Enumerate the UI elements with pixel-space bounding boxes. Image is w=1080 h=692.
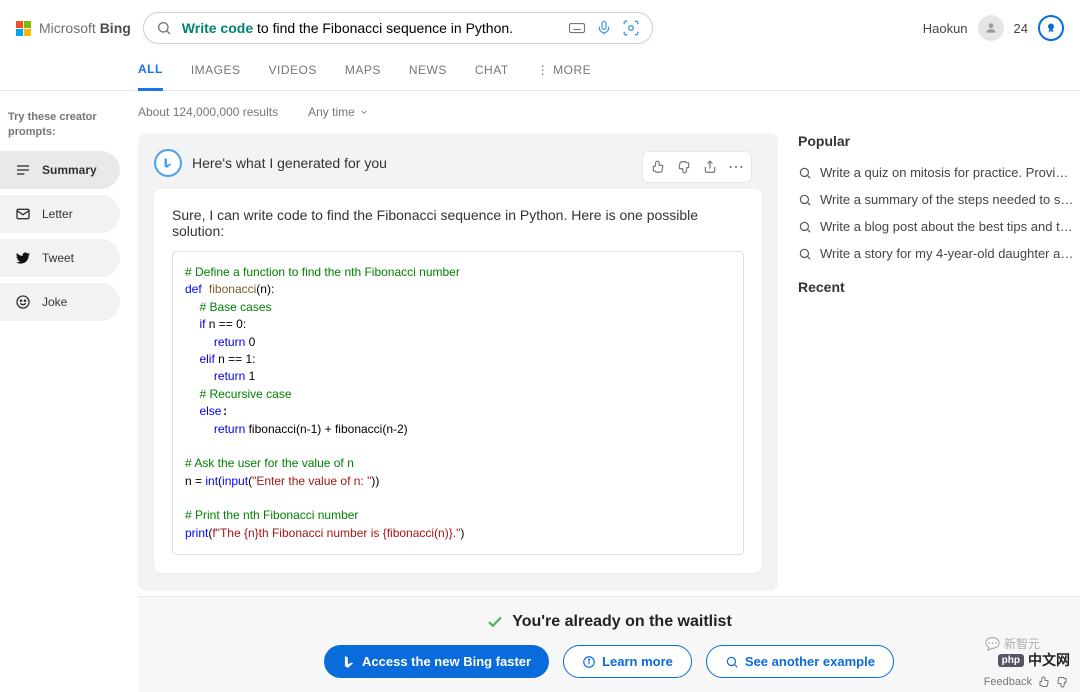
footer-feedback[interactable]: Feedback bbox=[984, 676, 1068, 688]
learn-more-button[interactable]: Learn more bbox=[563, 645, 692, 678]
chevron-down-icon bbox=[359, 107, 369, 117]
sidebar-item-label: Tweet bbox=[42, 251, 74, 265]
logo[interactable]: Microsoft Bing bbox=[16, 20, 131, 36]
info-icon bbox=[582, 655, 596, 669]
search-icon bbox=[156, 20, 172, 36]
popular-heading: Popular bbox=[798, 133, 1073, 149]
thumbs-up-icon[interactable] bbox=[647, 156, 669, 178]
tab-maps[interactable]: MAPS bbox=[345, 53, 381, 89]
popular-item[interactable]: Write a summary of the steps needed to s… bbox=[798, 186, 1073, 213]
logo-text: Microsoft Bing bbox=[39, 20, 131, 36]
bing-badge-icon bbox=[154, 149, 182, 177]
summary-icon bbox=[14, 161, 32, 179]
tab-videos[interactable]: VIDEOS bbox=[269, 53, 317, 89]
thumbs-up-icon[interactable] bbox=[1038, 676, 1050, 688]
answer-intro: Sure, I can write code to find the Fibon… bbox=[172, 207, 744, 239]
search-bar[interactable]: Write code to find the Fibonacci sequenc… bbox=[143, 12, 653, 44]
sidebar-item-joke[interactable]: Joke bbox=[0, 283, 120, 321]
sidebar-item-letter[interactable]: Letter bbox=[0, 195, 120, 233]
envelope-icon bbox=[14, 205, 32, 223]
sidebar-item-label: Summary bbox=[42, 163, 97, 177]
share-icon[interactable] bbox=[699, 156, 721, 178]
right-column: Popular Write a quiz on mitosis for prac… bbox=[798, 133, 1073, 591]
tab-more[interactable]: ⋮MORE bbox=[537, 53, 592, 89]
microphone-icon[interactable] bbox=[596, 20, 612, 36]
code-block: # Define a function to find the nth Fibo… bbox=[172, 251, 744, 555]
search-icon bbox=[798, 220, 812, 234]
camera-search-icon[interactable] bbox=[622, 19, 640, 37]
watermark-php: php中文网 bbox=[998, 650, 1070, 670]
sidebar-item-label: Letter bbox=[42, 207, 73, 221]
results-meta: About 124,000,000 results Any time bbox=[0, 91, 1080, 133]
thumbs-down-icon[interactable] bbox=[1056, 676, 1068, 688]
recent-heading: Recent bbox=[798, 279, 1073, 295]
result-tabs: ALL IMAGES VIDEOS MAPS NEWS CHAT ⋮MORE bbox=[0, 52, 1080, 91]
access-bing-button[interactable]: Access the new Bing faster bbox=[324, 645, 549, 678]
search-icon bbox=[798, 247, 812, 261]
popular-item[interactable]: Write a quiz on mitosis for practice. Pr… bbox=[798, 159, 1073, 186]
header: Microsoft Bing Write code to find the Fi… bbox=[0, 0, 1080, 52]
answer-header-text: Here's what I generated for you bbox=[192, 155, 387, 171]
twitter-icon bbox=[14, 249, 32, 267]
popular-item[interactable]: Write a story for my 4-year-old daughter… bbox=[798, 240, 1073, 267]
bing-icon bbox=[342, 655, 356, 669]
ai-answer-box: Here's what I generated for you ⋯ Sure, … bbox=[138, 133, 778, 591]
user-name[interactable]: Haokun bbox=[923, 21, 968, 36]
more-actions-icon[interactable]: ⋯ bbox=[725, 156, 747, 178]
waitlist-bar: You're already on the waitlist Access th… bbox=[138, 596, 1080, 692]
see-another-button[interactable]: See another example bbox=[706, 645, 894, 678]
sidebar-title: Try these creator prompts: bbox=[0, 100, 120, 151]
time-filter[interactable]: Any time bbox=[308, 105, 369, 119]
waitlist-buttons: Access the new Bing faster Learn more Se… bbox=[138, 645, 1080, 678]
tab-chat[interactable]: CHAT bbox=[475, 53, 509, 89]
header-right: Haokun 24 bbox=[923, 15, 1064, 41]
person-icon bbox=[984, 21, 998, 35]
answer-card: ⋯ Sure, I can write code to find the Fib… bbox=[154, 189, 762, 573]
microsoft-logo-icon bbox=[16, 21, 31, 36]
tab-all[interactable]: ALL bbox=[138, 52, 163, 91]
waitlist-title: You're already on the waitlist bbox=[138, 613, 1080, 631]
sidebar-item-label: Joke bbox=[42, 295, 67, 309]
search-icon bbox=[798, 166, 812, 180]
keyboard-icon[interactable] bbox=[568, 19, 586, 37]
search-query: Write code to find the Fibonacci sequenc… bbox=[182, 20, 558, 36]
smile-icon bbox=[14, 293, 32, 311]
main-content: Here's what I generated for you ⋯ Sure, … bbox=[138, 133, 1080, 591]
sidebar-item-summary[interactable]: Summary bbox=[0, 151, 120, 189]
more-dots-icon: ⋮ bbox=[537, 63, 550, 77]
rewards-points[interactable]: 24 bbox=[1014, 21, 1028, 36]
sidebar-item-tweet[interactable]: Tweet bbox=[0, 239, 120, 277]
result-count: About 124,000,000 results bbox=[138, 105, 278, 119]
sidebar-prompts: Try these creator prompts: Summary Lette… bbox=[0, 100, 120, 327]
user-avatar[interactable] bbox=[978, 15, 1004, 41]
search-icon bbox=[798, 193, 812, 207]
popular-item[interactable]: Write a blog post about the best tips an… bbox=[798, 213, 1073, 240]
rewards-medal-icon[interactable] bbox=[1038, 15, 1064, 41]
tab-news[interactable]: NEWS bbox=[409, 53, 447, 89]
check-icon bbox=[486, 613, 504, 631]
card-actions: ⋯ bbox=[642, 151, 752, 183]
tab-images[interactable]: IMAGES bbox=[191, 53, 241, 89]
search-icon bbox=[725, 655, 739, 669]
thumbs-down-icon[interactable] bbox=[673, 156, 695, 178]
